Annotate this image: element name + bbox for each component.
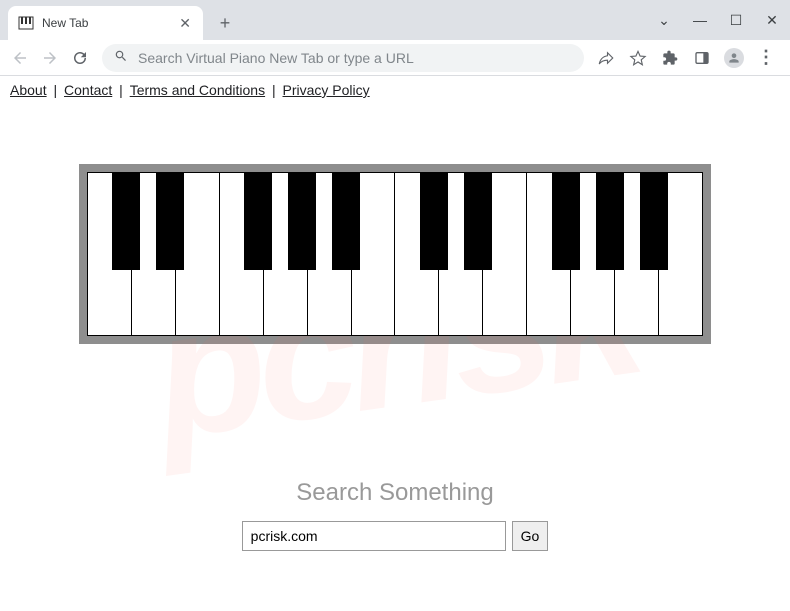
search-icon — [114, 49, 128, 66]
piano-black-key[interactable] — [464, 172, 492, 270]
chevron-down-icon[interactable]: ⌄ — [646, 12, 682, 29]
page-content: pcrisk About | Contact | Terms and Condi… — [0, 76, 790, 611]
link-contact[interactable]: Contact — [64, 82, 112, 98]
piano-black-key[interactable] — [596, 172, 624, 270]
browser-toolbar: Search Virtual Piano New Tab or type a U… — [0, 40, 790, 76]
new-tab-button[interactable]: + — [211, 9, 239, 37]
piano-black-key[interactable] — [288, 172, 316, 270]
omnibox-placeholder: Search Virtual Piano New Tab or type a U… — [138, 50, 572, 66]
menu-icon[interactable]: ⋮ — [752, 44, 780, 72]
piano-widget — [79, 164, 711, 344]
tab-close-icon[interactable]: ✕ — [177, 15, 193, 32]
top-nav-links: About | Contact | Terms and Conditions |… — [0, 76, 790, 104]
piano-black-key[interactable] — [420, 172, 448, 270]
go-button[interactable]: Go — [512, 521, 549, 551]
tab-favicon-piano-icon — [18, 15, 34, 31]
bookmark-star-icon[interactable] — [624, 44, 652, 72]
link-terms[interactable]: Terms and Conditions — [130, 82, 265, 98]
link-about[interactable]: About — [10, 82, 47, 98]
browser-tab[interactable]: New Tab ✕ — [8, 6, 203, 40]
separator: | — [268, 82, 279, 98]
window-controls: ⌄ — ☐ ✕ — [646, 0, 790, 40]
search-input[interactable] — [242, 521, 506, 551]
piano-keyboard — [87, 172, 703, 336]
profile-avatar-icon[interactable] — [720, 44, 748, 72]
reload-button[interactable] — [66, 44, 94, 72]
piano-black-key[interactable] — [332, 172, 360, 270]
separator: | — [115, 82, 126, 98]
back-button[interactable] — [6, 44, 34, 72]
window-titlebar: New Tab ✕ + ⌄ — ☐ ✕ — [0, 0, 790, 40]
search-heading: Search Something — [0, 479, 790, 507]
piano-black-key[interactable] — [640, 172, 668, 270]
piano-black-key[interactable] — [244, 172, 272, 270]
window-close-icon[interactable]: ✕ — [754, 12, 790, 29]
maximize-icon[interactable]: ☐ — [718, 12, 754, 29]
minimize-icon[interactable]: — — [682, 12, 718, 28]
search-section: Search Something Go — [0, 479, 790, 551]
separator: | — [50, 82, 61, 98]
forward-button[interactable] — [36, 44, 64, 72]
piano-black-key[interactable] — [156, 172, 184, 270]
piano-black-key[interactable] — [112, 172, 140, 270]
share-icon[interactable] — [592, 44, 620, 72]
piano-black-key[interactable] — [552, 172, 580, 270]
address-bar[interactable]: Search Virtual Piano New Tab or type a U… — [102, 44, 584, 72]
link-privacy[interactable]: Privacy Policy — [283, 82, 370, 98]
extensions-icon[interactable] — [656, 44, 684, 72]
side-panel-icon[interactable] — [688, 44, 716, 72]
tab-title: New Tab — [42, 16, 169, 30]
